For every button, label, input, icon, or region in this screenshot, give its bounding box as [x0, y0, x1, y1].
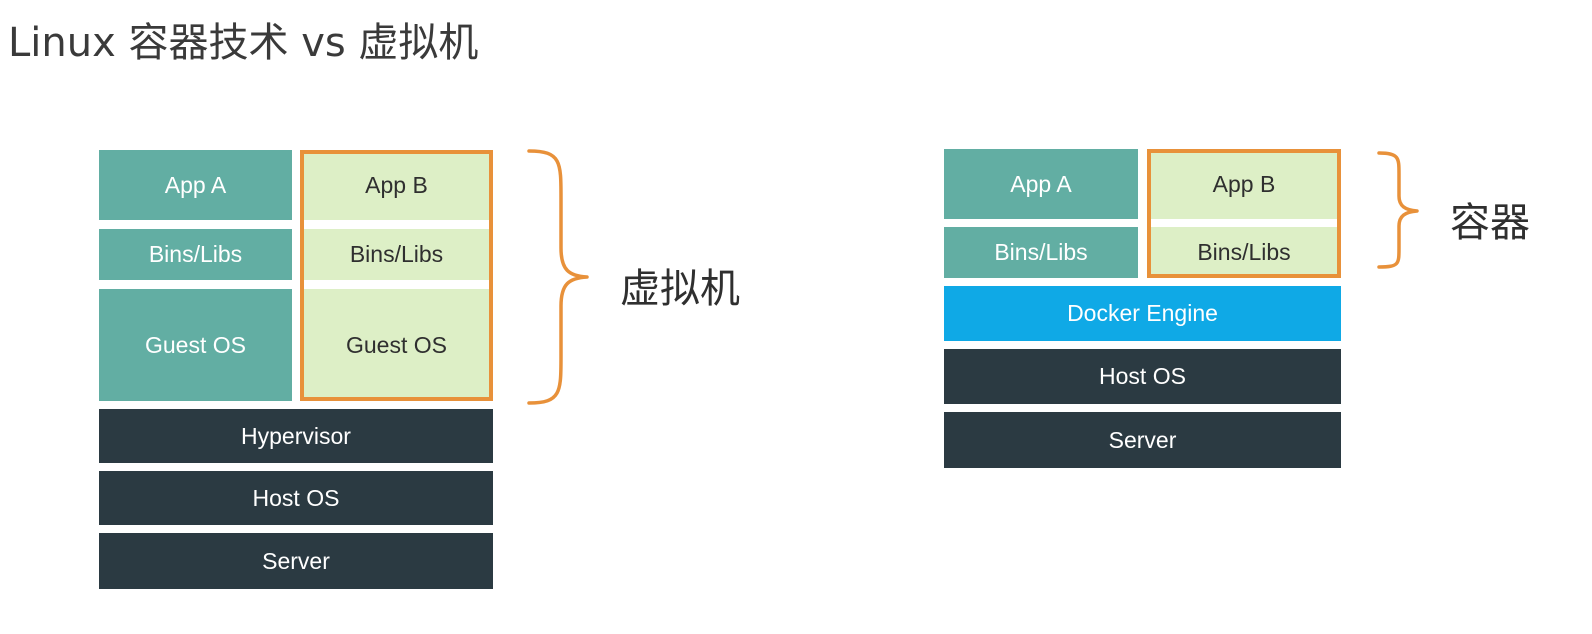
page-title: Linux 容器技术 vs 虚拟机 [8, 20, 479, 66]
vm-brace-icon [527, 149, 589, 405]
container-highlight-frame [1147, 149, 1341, 278]
vm-host-os-block: Host OS [99, 471, 493, 525]
vm-guest-os-a-block: Guest OS [99, 289, 292, 401]
vm-bins-a-block: Bins/Libs [99, 229, 292, 280]
vm-app-a-block: App A [99, 150, 292, 220]
container-app-a-block: App A [944, 149, 1138, 219]
vm-highlight-frame [300, 150, 493, 401]
vm-server-block: Server [99, 533, 493, 589]
container-brace-label: 容器 [1450, 200, 1530, 246]
container-bins-a-block: Bins/Libs [944, 227, 1138, 278]
vm-brace-label: 虚拟机 [620, 266, 740, 312]
container-brace-icon [1377, 151, 1419, 269]
container-server-block: Server [944, 412, 1341, 468]
docker-engine-block: Docker Engine [944, 286, 1341, 341]
vm-hypervisor-block: Hypervisor [99, 409, 493, 463]
container-host-os-block: Host OS [944, 349, 1341, 404]
